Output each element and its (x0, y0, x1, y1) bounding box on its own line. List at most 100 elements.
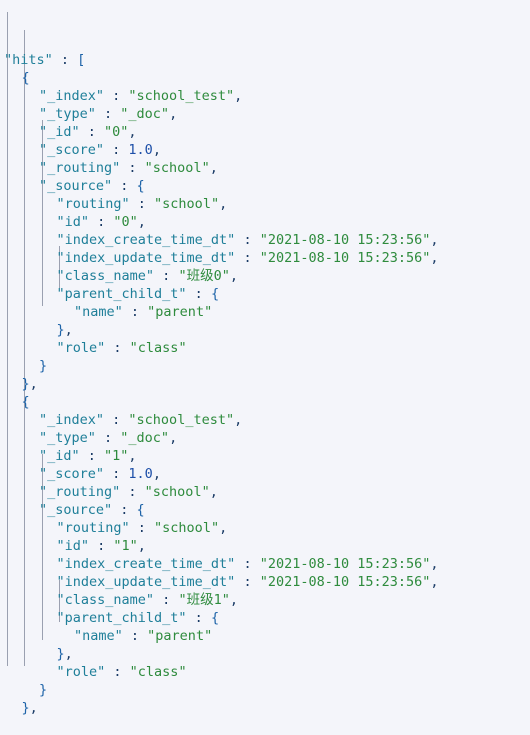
json-token-k: "class_name" (56, 268, 155, 284)
json-token-p: : (129, 520, 155, 536)
json-token-p: , (64, 646, 73, 662)
json-token-s: "班级0" (178, 268, 230, 284)
json-token-p: : (104, 88, 129, 104)
json-token-k: "id" (56, 214, 90, 230)
json-line: "index_create_time_dt" : "2021-08-10 15:… (0, 555, 530, 573)
json-line: "_index" : "school_test", (0, 411, 530, 429)
json-token-k: "_type" (39, 106, 96, 122)
json-token-p: , (152, 466, 161, 482)
json-token-s: "0" (113, 214, 138, 230)
json-token-p: , (64, 322, 73, 338)
json-token-b: { (21, 70, 30, 86)
json-token-b: { (136, 178, 145, 194)
json-line: "id" : "0", (0, 213, 530, 231)
json-token-b: [ (77, 52, 86, 68)
json-token-s: "school" (144, 160, 210, 176)
json-line: "parent_child_t" : { (0, 285, 530, 303)
json-token-k: "routing" (56, 196, 130, 212)
json-token-k: "_source" (39, 502, 113, 518)
json-token-b: } (39, 682, 48, 698)
json-line: { (0, 69, 530, 87)
json-token-k: "_source" (39, 178, 113, 194)
json-token-p: : (104, 412, 129, 428)
json-line: } (0, 681, 530, 699)
json-line: { (0, 393, 530, 411)
json-token-p: : (52, 52, 78, 68)
json-token-s: "2021-08-10 15:23:56" (259, 250, 431, 266)
json-token-b: { (210, 610, 220, 626)
json-line: "class_name" : "班级0", (0, 267, 530, 285)
json-line: "routing" : "school", (0, 195, 530, 213)
json-token-s: "school" (154, 520, 220, 536)
json-token-k: "class_name" (56, 592, 155, 608)
json-token-k: "name" (74, 628, 123, 644)
json-token-k: "parent_child_t" (56, 610, 187, 626)
json-token-p: : (95, 106, 121, 122)
json-token-p: , (128, 124, 137, 140)
json-token-b: } (56, 322, 65, 338)
json-token-s: "1" (113, 538, 138, 554)
json-line: } (0, 357, 530, 375)
json-token-s: "school_test" (128, 88, 235, 104)
json-token-p: , (137, 538, 146, 554)
json-token-p: , (430, 574, 439, 590)
json-token-b: { (21, 394, 30, 410)
json-token-k: "id" (56, 538, 90, 554)
json-token-p: , (430, 232, 439, 248)
json-line: "_score" : 1.0, (0, 465, 530, 483)
json-token-p: : (235, 574, 260, 590)
json-token-p: : (105, 340, 130, 356)
json-token-p: , (219, 196, 228, 212)
json-token-k: "_index" (39, 88, 105, 104)
json-line: "_routing" : "school", (0, 159, 530, 177)
json-token-k: "_score" (39, 466, 105, 482)
json-token-p: , (169, 106, 178, 122)
json-token-p: , (29, 700, 38, 716)
json-token-k: "_id" (39, 124, 80, 140)
json-token-p: , (137, 214, 146, 230)
json-line: "_source" : { (0, 177, 530, 195)
json-token-s: "_doc" (120, 430, 170, 446)
json-response-viewer[interactable]: "hits" : [{"_index" : "school_test", "_ty… (0, 0, 530, 716)
json-token-p: , (234, 412, 243, 428)
json-token-p: , (209, 484, 218, 500)
json-token-b: } (39, 358, 48, 374)
json-token-k: "role" (56, 340, 106, 356)
json-code-block[interactable]: "hits" : [{"_index" : "school_test", "_ty… (0, 51, 530, 717)
json-token-b: { (136, 502, 145, 518)
json-token-p: : (89, 538, 114, 554)
json-token-p: : (104, 142, 129, 158)
json-line: "_routing" : "school", (0, 483, 530, 501)
json-line: "_source" : { (0, 501, 530, 519)
json-token-s: "1" (104, 448, 129, 464)
json-token-p: , (219, 520, 228, 536)
json-line: "index_create_time_dt" : "2021-08-10 15:… (0, 231, 530, 249)
json-line: "class_name" : "班级1", (0, 591, 530, 609)
json-line: "role" : "class" (0, 339, 530, 357)
json-token-p: : (122, 304, 148, 320)
json-token-k: "index_update_time_dt" (56, 574, 236, 590)
json-line: "parent_child_t" : { (0, 609, 530, 627)
json-token-p: : (235, 232, 260, 248)
json-token-p: : (129, 196, 155, 212)
json-line: }, (0, 321, 530, 339)
json-token-s: "school" (144, 484, 210, 500)
json-token-s: "_doc" (120, 106, 170, 122)
json-token-p: : (154, 268, 179, 284)
json-token-p: , (128, 448, 137, 464)
json-token-k: "index_create_time_dt" (56, 556, 236, 572)
json-line: "routing" : "school", (0, 519, 530, 537)
json-line: "_type" : "_doc", (0, 429, 530, 447)
json-token-p: , (229, 592, 238, 608)
json-token-k: "_id" (39, 448, 80, 464)
json-token-p: , (430, 250, 439, 266)
json-token-p: : (235, 556, 260, 572)
json-token-b: } (21, 376, 30, 392)
json-token-b: } (56, 646, 65, 662)
json-token-p: : (79, 448, 105, 464)
json-line: }, (0, 699, 530, 717)
json-token-p: : (79, 124, 105, 140)
json-token-p: : (122, 628, 148, 644)
json-token-p: : (112, 178, 137, 194)
json-token-b: { (210, 286, 220, 302)
